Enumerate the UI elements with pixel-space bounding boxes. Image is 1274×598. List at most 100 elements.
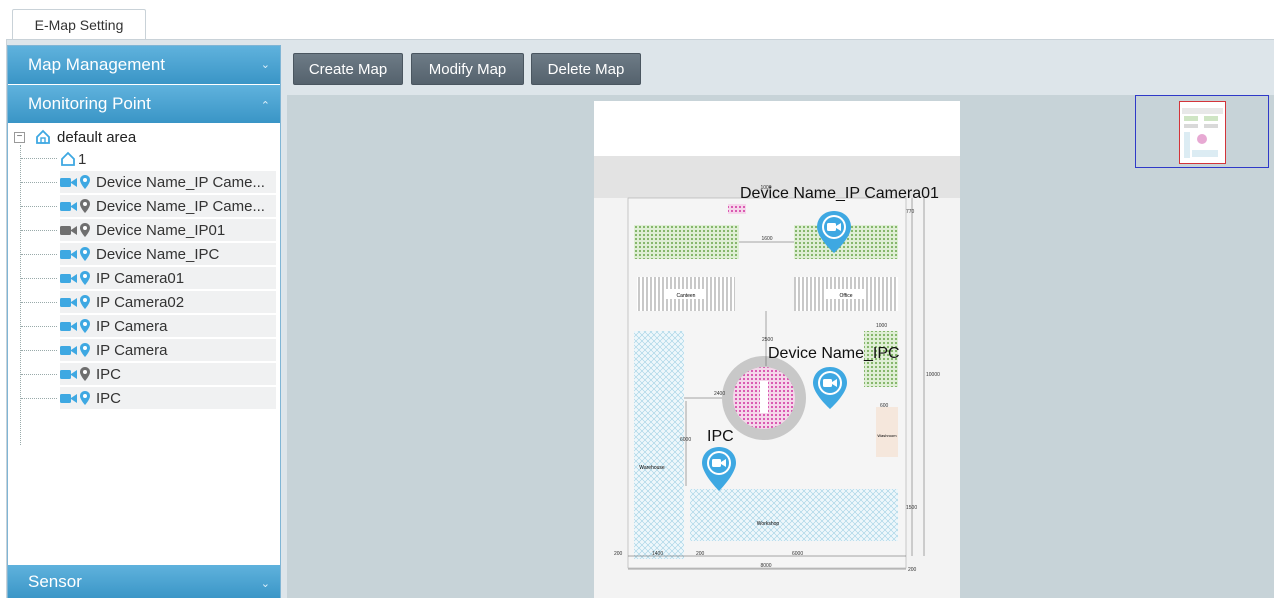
camera-icon	[60, 297, 77, 307]
location-pin-icon	[80, 367, 90, 381]
overview-thumbnail	[1182, 108, 1223, 158]
dimension-label: 6000	[680, 437, 691, 443]
tree-connector	[21, 326, 57, 327]
tree-item-camera-offline[interactable]: Device Name_IP01	[60, 219, 276, 241]
camera-icon	[60, 273, 77, 283]
dimension-label: 6000	[792, 551, 803, 557]
dimension-label: 2500	[762, 337, 773, 343]
tree-item-camera[interactable]: Device Name_IP Came...	[60, 195, 276, 217]
collapse-icon[interactable]: −	[14, 131, 25, 143]
tree-item-camera[interactable]: IP Camera	[60, 315, 276, 337]
dimension-label: 1600	[761, 236, 772, 242]
tree-item-camera[interactable]: Device Name_IP Came...	[60, 171, 276, 193]
camera-icon	[60, 393, 77, 403]
tree-connector	[21, 374, 57, 375]
tree-connector	[21, 158, 57, 159]
location-pin-icon	[80, 319, 90, 333]
tree-connector	[21, 182, 57, 183]
sidebar: Map Management ⌄ Monitoring Point ⌃ − de…	[7, 45, 281, 598]
location-pin-icon	[80, 199, 90, 213]
camera-icon	[60, 249, 77, 259]
tree-item-label: IPC	[96, 365, 122, 383]
location-pin-icon	[80, 391, 90, 405]
chevron-down-icon: ⌄	[260, 578, 270, 590]
section-map-management[interactable]: Map Management ⌄	[8, 46, 280, 84]
tree-item-label: Device Name_IP01	[96, 221, 226, 239]
zone-label: Washroom	[877, 433, 897, 438]
tree-item-camera[interactable]: IP Camera01	[60, 267, 276, 289]
tree-connector	[20, 145, 21, 445]
tree-connector	[21, 206, 57, 207]
location-pin-icon	[80, 247, 90, 261]
location-pin-icon	[80, 175, 90, 189]
dimension-label: 200	[614, 551, 623, 557]
chevron-down-icon: ⌄	[260, 59, 270, 71]
tree-item-area[interactable]: 1	[60, 148, 276, 170]
section-monitoring-point[interactable]: Monitoring Point ⌃	[8, 85, 280, 123]
monitoring-point-tree: − default area 1 Device Name_IP Came...	[8, 123, 280, 563]
tree-item-label: 1	[78, 150, 87, 168]
tree-item-label: Device Name_IP Came...	[96, 173, 265, 191]
tree-item-camera[interactable]: IPC	[60, 363, 276, 385]
home-icon	[36, 129, 50, 144]
chevron-up-icon: ⌃	[260, 100, 270, 112]
dimension-label: 8000	[760, 563, 771, 569]
modify-map-button[interactable]: Modify Map	[411, 53, 524, 85]
tab-emap-setting[interactable]: E-Map Setting	[12, 9, 146, 40]
tree-item-camera[interactable]: IP Camera02	[60, 291, 276, 313]
zone-label: Office	[840, 293, 853, 299]
map-overview[interactable]	[1135, 95, 1269, 168]
section-sensor[interactable]: Sensor ⌄	[8, 565, 280, 598]
tree-item-camera[interactable]: IP Camera	[60, 339, 276, 361]
tree-root-label: default area	[57, 128, 137, 146]
zone-label: Warehouse	[639, 465, 665, 471]
create-map-button[interactable]: Create Map	[293, 53, 403, 85]
dimension-label: 770	[906, 209, 915, 215]
overview-viewport[interactable]	[1179, 101, 1226, 164]
tree-connector	[21, 278, 57, 279]
dimension-label: 200	[696, 551, 705, 557]
camera-offline-icon	[60, 225, 77, 235]
tree-item-camera[interactable]: Device Name_IPC	[60, 243, 276, 265]
home-icon	[61, 151, 75, 166]
tree-item-label: Device Name_IPC	[96, 245, 220, 263]
tree-root[interactable]: − default area	[14, 127, 136, 147]
delete-map-button[interactable]: Delete Map	[531, 53, 641, 85]
dimension-label: 200	[908, 567, 917, 573]
tree-item-label: IP Camera	[96, 341, 168, 359]
camera-icon	[60, 177, 77, 187]
dimension-label: 1500	[906, 505, 917, 511]
dimension-label: 1000	[876, 323, 887, 329]
section-label: Map Management	[28, 55, 166, 74]
tree-item-label: IPC	[96, 389, 122, 407]
camera-icon	[60, 345, 77, 355]
tree-connector	[21, 302, 57, 303]
camera-label: IPC	[707, 428, 734, 445]
zone-label: Canteen	[677, 293, 696, 299]
tree-connector	[21, 230, 57, 231]
section-label: Sensor	[28, 572, 82, 591]
tree-connector	[21, 350, 57, 351]
location-pin-icon	[80, 223, 90, 237]
zone-label: Workshop	[757, 521, 780, 527]
dimension-label: 10000	[926, 372, 940, 378]
dimension-label: 600	[880, 403, 889, 409]
tree-connector	[21, 254, 57, 255]
tree-item-camera[interactable]: IPC	[60, 387, 276, 409]
section-label: Monitoring Point	[28, 94, 151, 113]
location-pin-icon	[80, 295, 90, 309]
camera-icon	[60, 321, 77, 331]
camera-icon	[60, 369, 77, 379]
tree-item-label: IP Camera01	[96, 269, 185, 287]
dimension-label: 1400	[652, 551, 663, 557]
tab-strip: E-Map Setting	[0, 0, 1274, 40]
camera-icon	[60, 201, 77, 211]
tree-connector	[21, 398, 57, 399]
location-pin-icon	[80, 343, 90, 357]
camera-label: Device Name_IPC	[768, 345, 900, 362]
location-pin-icon	[80, 271, 90, 285]
camera-label: Device Name_IP Camera01	[740, 185, 939, 202]
tree-item-label: Device Name_IP Came...	[96, 197, 265, 215]
tree-item-label: IP Camera	[96, 317, 168, 335]
tree-item-label: IP Camera02	[96, 293, 185, 311]
